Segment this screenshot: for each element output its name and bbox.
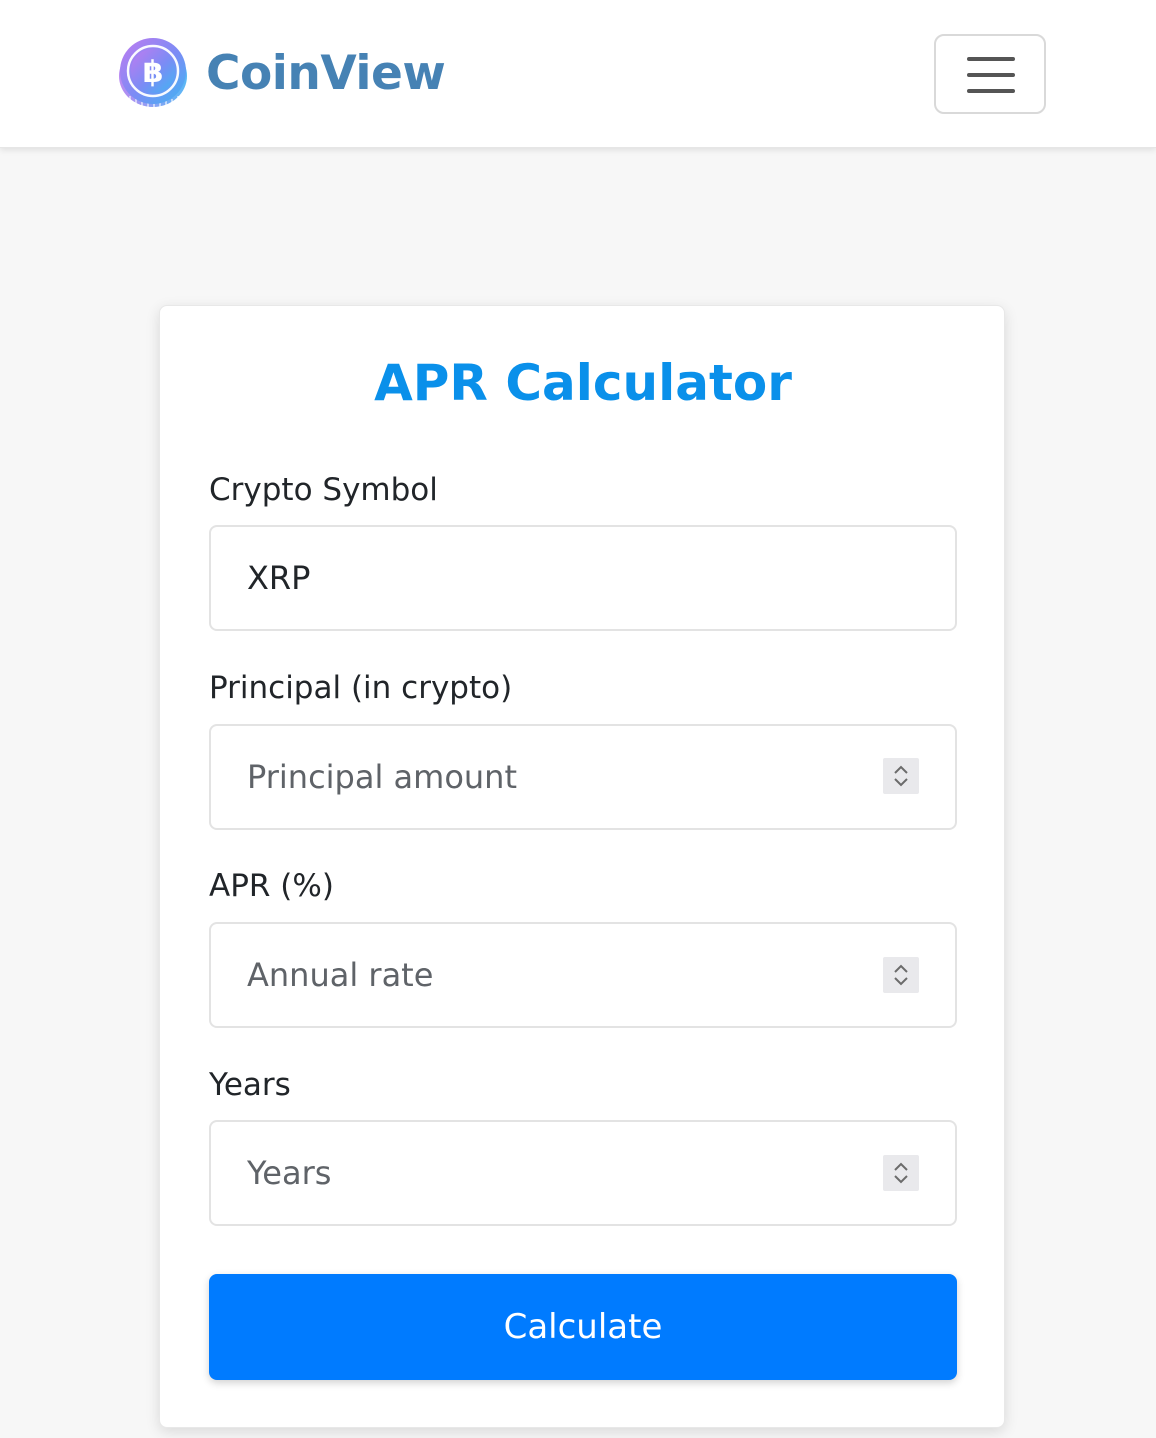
chevron-up-down-icon	[894, 765, 908, 787]
bitcoin-coin-icon: ฿	[119, 38, 187, 108]
apr-label: APR (%)	[209, 868, 334, 904]
crypto-symbol-label: Crypto Symbol	[209, 472, 438, 508]
brand-name: CoinView	[206, 45, 446, 101]
brand-link[interactable]: ฿ CoinView	[116, 36, 446, 110]
navbar: ฿ CoinView	[0, 0, 1156, 148]
svg-text:฿: ฿	[143, 55, 164, 90]
menu-toggle-button[interactable]	[934, 34, 1046, 114]
principal-input[interactable]	[209, 724, 957, 830]
apr-stepper[interactable]	[883, 957, 919, 993]
chevron-up-down-icon	[894, 964, 908, 986]
calculate-button[interactable]: Calculate	[209, 1274, 957, 1380]
years-input[interactable]	[209, 1120, 957, 1226]
principal-label: Principal (in crypto)	[209, 670, 513, 706]
crypto-symbol-input[interactable]	[209, 525, 957, 631]
years-label: Years	[209, 1067, 291, 1103]
apr-input[interactable]	[209, 922, 957, 1028]
apr-calculator-card: APR Calculator Crypto Symbol Principal (…	[159, 305, 1005, 1428]
page-title: APR Calculator	[374, 354, 792, 412]
chevron-up-down-icon	[894, 1162, 908, 1184]
years-stepper[interactable]	[883, 1155, 919, 1191]
principal-stepper[interactable]	[883, 758, 919, 794]
